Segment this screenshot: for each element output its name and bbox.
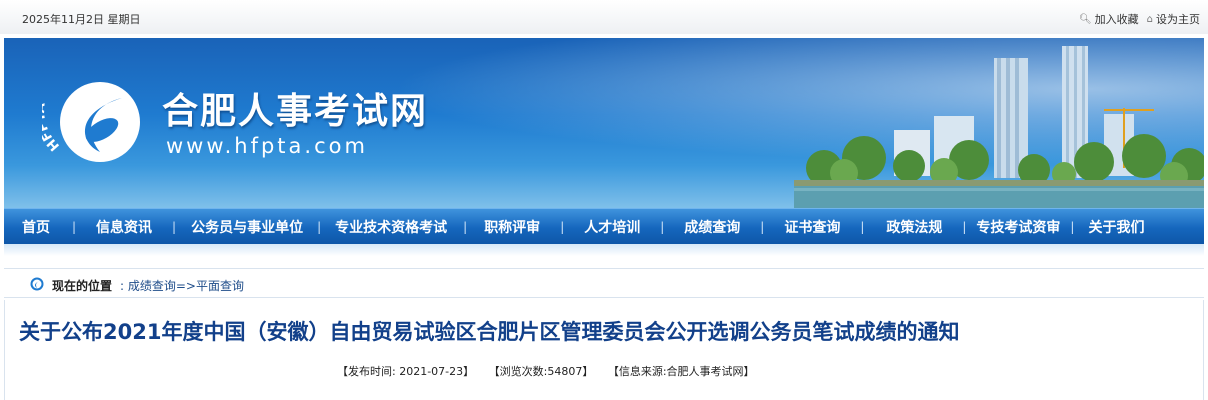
- logo-lettering: HFPTA: [42, 103, 63, 154]
- svg-text:HFPTA: HFPTA: [42, 103, 63, 154]
- breadcrumb: 现在的位置 : 成绩查询=>平面查询: [4, 268, 1204, 298]
- nav-item-news[interactable]: 信息资讯: [96, 217, 152, 237]
- nav-item-professional-exam[interactable]: 专业技术资格考试: [335, 217, 447, 237]
- view-count: 【浏览次数:54807】: [494, 365, 594, 378]
- nav-item-about[interactable]: 关于我们: [1088, 217, 1144, 237]
- nav-item-qualification-review[interactable]: 专技考试资审: [976, 217, 1060, 237]
- add-favorite-link[interactable]: 🔍︎ 加入收藏: [1079, 11, 1139, 27]
- nav-item-training[interactable]: 人才培训: [584, 217, 640, 237]
- nav-item-civil-servant[interactable]: 公务员与事业单位: [191, 217, 303, 237]
- breadcrumb-label: 现在的位置: [52, 279, 113, 293]
- city-skyline-image: [794, 46, 1204, 208]
- nav-separator: |: [1070, 219, 1075, 234]
- top-bar: 2025年11月2日 星期日 🔍︎ 加入收藏 ⌂ 设为主页: [0, 0, 1208, 34]
- article: 关于公布2021年度中国（安徽）自由贸易试验区合肥片区管理委员会公开选调公务员笔…: [4, 300, 1204, 400]
- nav-item-score-query[interactable]: 成绩查询: [684, 217, 740, 237]
- nav-item-title-review[interactable]: 职称评审: [484, 217, 540, 237]
- nav-item-policy[interactable]: 政策法规: [886, 217, 942, 237]
- nav-shadow: [4, 244, 1204, 256]
- add-favorite-label: 加入收藏: [1094, 13, 1139, 26]
- article-meta: 【发布时间: 2021-07-23】 【浏览次数:54807】 【信息来源:合肥人事…: [337, 363, 775, 379]
- nav-item-home[interactable]: 首页: [22, 217, 50, 237]
- hfpta-logo[interactable]: HFPTA: [42, 60, 152, 170]
- nav-separator: |: [660, 219, 665, 234]
- breadcrumb-path[interactable]: : 成绩查询=>平面查询: [120, 277, 244, 294]
- search-icon: 🔍︎: [1078, 13, 1092, 25]
- nav-separator: |: [317, 219, 322, 234]
- site-url: www.hfpta.com: [166, 134, 368, 158]
- header-banner: HFPTA 合肥人事考试网 www.hfpta.com: [4, 38, 1204, 208]
- nav-item-certificate-query[interactable]: 证书查询: [784, 217, 840, 237]
- nav-separator: |: [760, 219, 765, 234]
- nav-separator: |: [172, 219, 177, 234]
- home-icon: ⌂: [1146, 13, 1153, 25]
- nav-separator: |: [962, 219, 967, 234]
- nav-separator: |: [860, 219, 865, 234]
- main-nav: 首页 | 信息资讯 | 公务员与事业单位 | 专业技术资格考试 | 职称评审 |…: [4, 208, 1204, 244]
- set-homepage-label: 设为主页: [1156, 13, 1200, 26]
- info-source: 【信息来源:合肥人事考试网】: [613, 365, 755, 378]
- nav-separator: |: [463, 219, 468, 234]
- nav-separator: |: [560, 219, 565, 234]
- location-logo-icon: [30, 277, 44, 291]
- nav-separator: |: [72, 219, 77, 234]
- top-links: 🔍︎ 加入收藏 ⌂ 设为主页: [1079, 11, 1200, 27]
- set-homepage-link[interactable]: ⌂ 设为主页: [1147, 11, 1200, 27]
- article-title: 关于公布2021年度中国（安徽）自由贸易试验区合肥片区管理委员会公开选调公务员笔…: [19, 320, 960, 344]
- site-title: 合肥人事考试网: [162, 90, 429, 132]
- publish-time: 【发布时间: 2021-07-23】: [337, 365, 475, 378]
- current-date: 2025年11月2日 星期日: [22, 13, 141, 26]
